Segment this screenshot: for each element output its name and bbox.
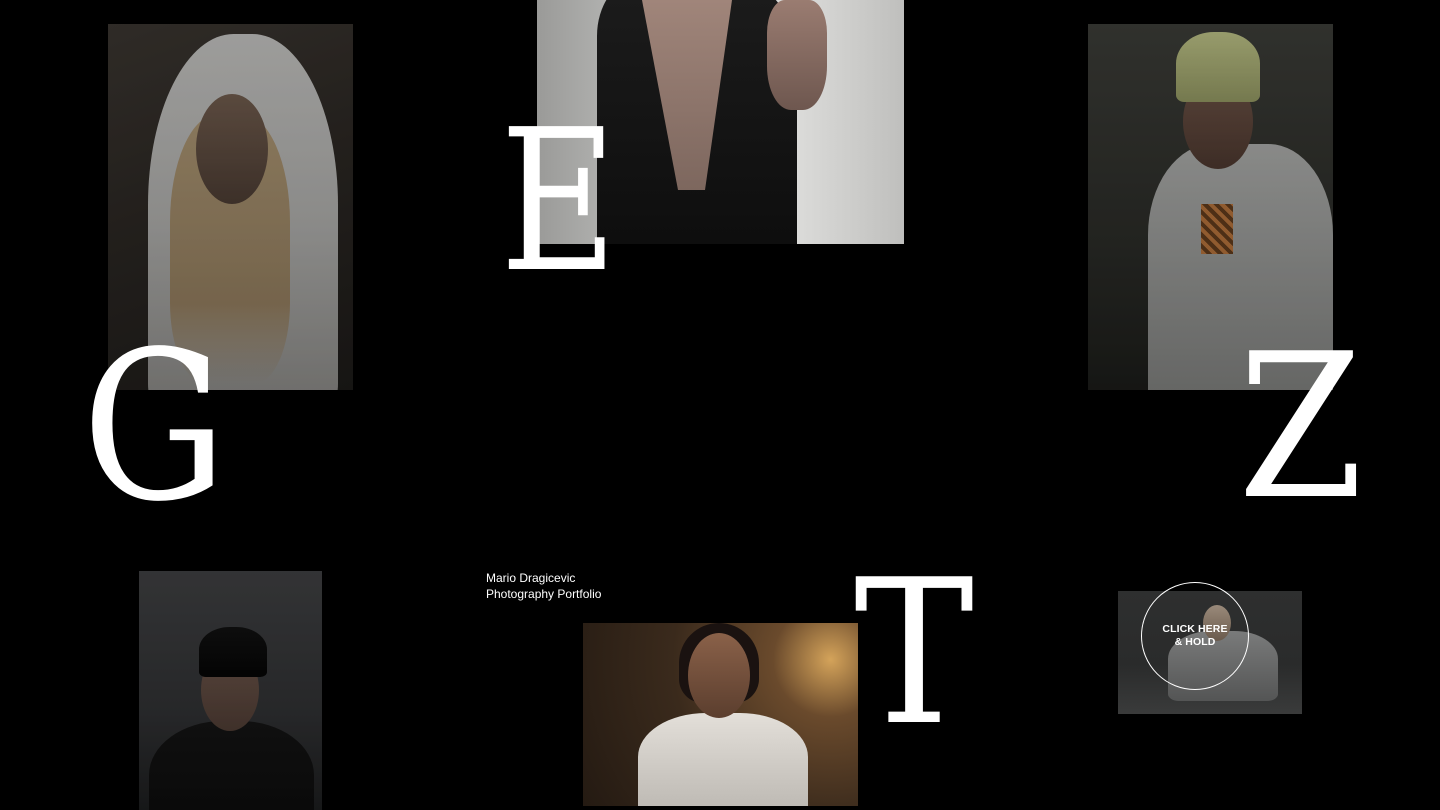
click-and-hold-button[interactable]: CLICK HERE & HOLD [1141, 582, 1249, 690]
letter-z: Z [1238, 311, 1364, 544]
hold-button-line2: & HOLD [1174, 636, 1216, 648]
portfolio-stage: E G Z T Mario Dragicevic Photography Por… [0, 0, 1440, 810]
letter-e: E [500, 88, 618, 316]
letter-t: T [854, 537, 975, 770]
photo-hand [767, 0, 827, 110]
portfolio-subtitle: Photography Portfolio [486, 587, 602, 601]
photo-woman-white-dress [583, 623, 858, 806]
portfolio-caption: Mario Dragicevic Photography Portfolio [486, 570, 601, 602]
hold-button-line1: CLICK HERE [1162, 623, 1228, 635]
photographer-name: Mario Dragicevic [486, 571, 576, 585]
letter-g: G [82, 307, 227, 547]
photo-glasses-woman [139, 571, 322, 810]
photo-face [688, 633, 750, 718]
photo-figure [638, 713, 808, 806]
